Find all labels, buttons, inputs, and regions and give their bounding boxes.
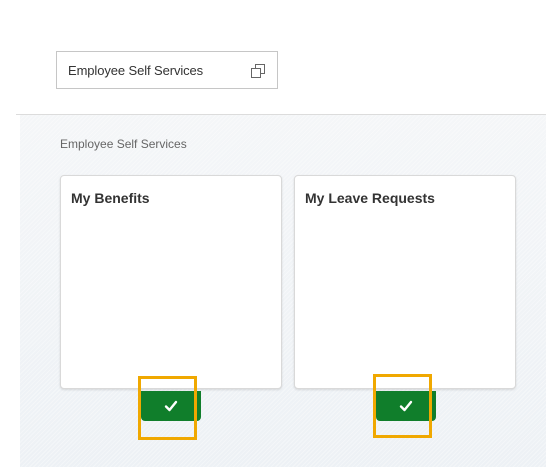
tile-status-badge-my-leave-requests[interactable] — [376, 391, 436, 421]
tile-title: My Benefits — [71, 190, 150, 206]
tile-my-leave-requests[interactable]: My Leave Requests — [294, 175, 516, 389]
check-icon — [164, 400, 178, 412]
header-area: Employee Self Services — [0, 0, 546, 114]
tile-status-badge-my-benefits[interactable] — [141, 391, 201, 421]
group-chip-label: Employee Self Services — [68, 62, 204, 78]
check-icon — [399, 400, 413, 412]
tile-title: My Leave Requests — [305, 190, 435, 206]
open-in-window-icon[interactable] — [250, 63, 266, 79]
section-title: Employee Self Services — [60, 137, 187, 151]
tile-group-section: Employee Self Services My Benefits My Le… — [20, 115, 546, 467]
group-chip-employee-self-services[interactable]: Employee Self Services — [56, 51, 278, 89]
tile-my-benefits[interactable]: My Benefits — [60, 175, 282, 389]
